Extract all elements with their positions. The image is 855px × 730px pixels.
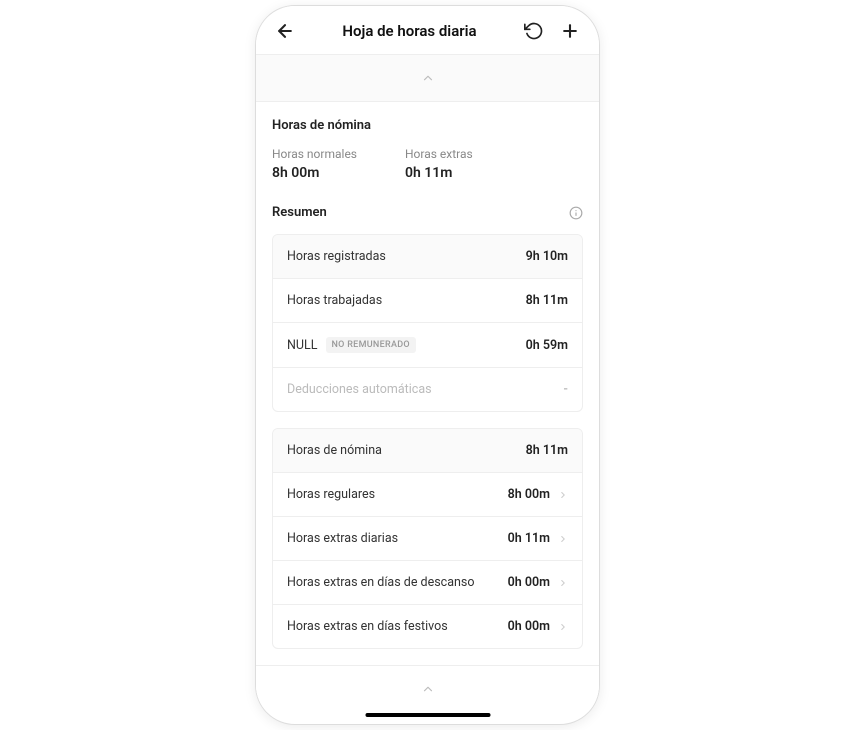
row-value: 9h 10m [526,249,568,264]
overtime-hours: Horas extras 0h 11m [405,147,473,181]
breakdown-row-payroll: Horas de nómina 8h 11m [273,429,582,473]
row-label: Horas trabajadas [287,293,382,308]
row-value: 0h 00m [508,575,568,590]
breakdown-row-holiday-ot[interactable]: Horas extras en días festivos 0h 00m [273,605,582,648]
header: Hoja de horas diaria [256,6,599,54]
regular-hours-label: Horas normales [272,147,357,161]
row-label: Horas extras en días festivos [287,619,448,634]
row-value: 8h 00m [508,487,568,502]
page-title: Hoja de horas diaria [296,22,523,40]
collapse-top[interactable] [256,54,599,102]
row-value-text: 0h 00m [508,619,550,634]
phone-frame: Hoja de horas diaria Horas de nómina Hor… [255,5,600,725]
breakdown-card: Horas de nómina 8h 11m Horas regulares 8… [272,428,583,649]
row-label: Horas de nómina [287,443,382,458]
home-indicator [365,713,490,717]
chevron-right-icon [558,534,568,544]
content: Horas de nómina Horas normales 8h 00m Ho… [256,102,599,712]
summary-section: Resumen [256,189,599,234]
row-value: 8h 11m [526,293,568,308]
row-value: - [563,382,568,397]
row-label: NULL NO REMUNERADO [287,337,416,353]
summary-title: Resumen [272,205,327,220]
chevron-right-icon [558,490,568,500]
row-label: Horas extras en días de descanso [287,575,475,590]
row-label: Horas regulares [287,487,375,502]
regular-hours-value: 8h 00m [272,165,357,181]
overtime-hours-value: 0h 11m [405,165,473,181]
history-icon [524,21,544,41]
row-value: 8h 11m [526,443,568,458]
row-value: 0h 00m [508,619,568,634]
row-value-text: 8h 00m [508,487,550,502]
summary-row-null: NULL NO REMUNERADO 0h 59m [273,323,582,368]
row-label: Horas registradas [287,249,386,264]
info-icon[interactable] [569,206,583,220]
chevron-up-icon [421,682,435,696]
chevron-right-icon [558,578,568,588]
chevron-up-icon [421,71,435,85]
row-value-text: 0h 11m [508,531,550,546]
history-button[interactable] [523,20,545,42]
summary-row-deductions: Deducciones automáticas - [273,368,582,411]
row-value-text: 0h 00m [508,575,550,590]
breakdown-row-restday-ot[interactable]: Horas extras en días de descanso 0h 00m [273,561,582,605]
breakdown-row-daily-ot[interactable]: Horas extras diarias 0h 11m [273,517,582,561]
breakdown-row-regular[interactable]: Horas regulares 8h 00m [273,473,582,517]
overtime-hours-label: Horas extras [405,147,473,161]
unpaid-badge: NO REMUNERADO [326,337,416,353]
row-label: Horas extras diarias [287,531,398,546]
summary-row-logged: Horas registradas 9h 10m [273,235,582,279]
summary-card: Horas registradas 9h 10m Horas trabajada… [272,234,583,412]
summary-row-worked: Horas trabajadas 8h 11m [273,279,582,323]
null-label-text: NULL [287,338,318,353]
payroll-title: Horas de nómina [272,118,583,133]
regular-hours: Horas normales 8h 00m [272,147,357,181]
row-value: 0h 11m [508,531,568,546]
payroll-stats: Horas normales 8h 00m Horas extras 0h 11… [272,147,583,181]
collapse-bottom[interactable] [256,665,599,712]
add-button[interactable] [559,20,581,42]
arrow-left-icon [275,21,295,41]
back-button[interactable] [274,20,296,42]
row-value: 0h 59m [526,338,568,353]
plus-icon [560,21,580,41]
payroll-section: Horas de nómina Horas normales 8h 00m Ho… [256,102,599,189]
row-label: Deducciones automáticas [287,382,432,397]
chevron-right-icon [558,622,568,632]
